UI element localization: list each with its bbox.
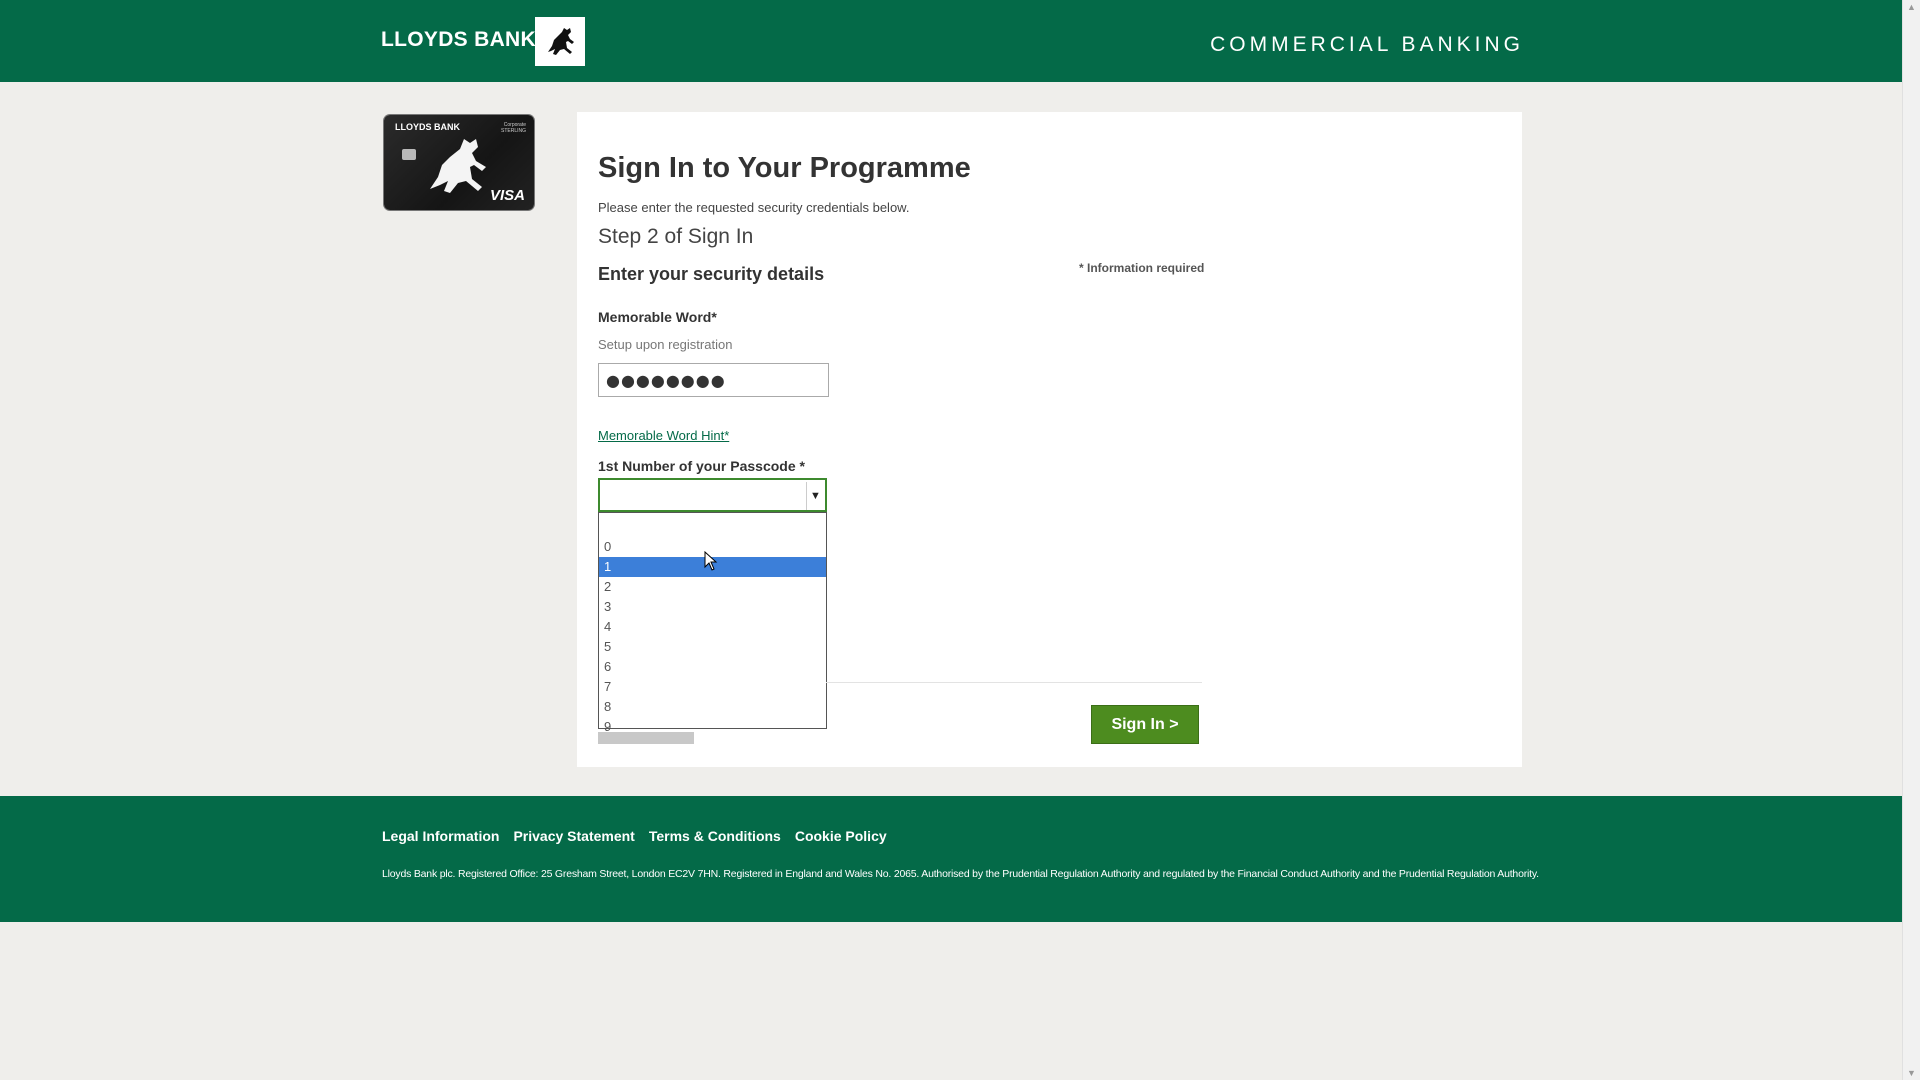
- chip-icon: [402, 149, 416, 160]
- footer-link-terms[interactable]: Terms & Conditions: [649, 828, 781, 844]
- memorable-word-help: Setup upon registration: [598, 337, 733, 352]
- footer-link-cookie[interactable]: Cookie Policy: [795, 828, 887, 844]
- memorable-word-hint-link[interactable]: Memorable Word Hint*: [598, 428, 729, 443]
- footer-link-legal[interactable]: Legal Information: [382, 828, 499, 844]
- dropdown-option[interactable]: 8: [599, 697, 826, 717]
- required-note: * Information required: [1079, 261, 1205, 275]
- dropdown-option[interactable]: 5: [599, 637, 826, 657]
- dropdown-option[interactable]: 4: [599, 617, 826, 637]
- card-corporate: Corporate STERLING: [500, 122, 526, 134]
- dropdown-option[interactable]: 2: [599, 577, 826, 597]
- dropdown-option[interactable]: 6: [599, 657, 826, 677]
- visa-logo: VISA: [489, 187, 525, 204]
- commercial-banking-title: COMMERCIAL BANKING: [1210, 33, 1524, 56]
- scroll-down-icon[interactable]: ▼: [1907, 1068, 1916, 1078]
- mouse-cursor-icon: [704, 551, 718, 571]
- sign-in-button[interactable]: Sign In >: [1091, 705, 1199, 744]
- page-title: Sign In to Your Programme: [598, 152, 971, 184]
- footer-link-privacy[interactable]: Privacy Statement: [513, 828, 634, 844]
- horse-icon[interactable]: [535, 17, 585, 66]
- divider: [826, 682, 1202, 683]
- horizontal-scrollbar[interactable]: [598, 732, 694, 744]
- step-indicator: Step 2 of Sign In: [598, 225, 754, 248]
- passcode-label: 1st Number of your Passcode *: [598, 458, 805, 474]
- brand-name[interactable]: LLOYDS BANK: [381, 28, 536, 52]
- footer-legal-text: Lloyds Bank plc. Registered Office: 25 G…: [382, 868, 1539, 880]
- site-header: LLOYDS BANK COMMERCIAL BANKING: [0, 0, 1902, 82]
- card-image: LLOYDS BANK Corporate STERLING VISA: [384, 115, 534, 210]
- site-footer: Legal Information Privacy Statement Term…: [0, 796, 1902, 922]
- page-subtitle: Please enter the requested security cred…: [598, 200, 910, 215]
- memorable-word-label: Memorable Word*: [598, 309, 717, 325]
- footer-links: Legal Information Privacy Statement Term…: [382, 828, 887, 844]
- vertical-scrollbar[interactable]: ▲ ▼: [1902, 0, 1920, 1080]
- memorable-word-field[interactable]: ●●●●●●●●: [598, 363, 829, 397]
- chevron-down-icon[interactable]: ▼: [806, 482, 824, 510]
- dropdown-option-blank[interactable]: [599, 513, 826, 537]
- dropdown-option[interactable]: 7: [599, 677, 826, 697]
- passcode-dropdown[interactable]: 0 1 2 3 4 5 6 7 8 9: [598, 512, 827, 734]
- scroll-up-icon[interactable]: ▲: [1907, 2, 1916, 12]
- section-heading: Enter your security details: [598, 264, 825, 284]
- passcode-select[interactable]: ▼: [598, 478, 827, 512]
- horse-icon: [430, 139, 486, 193]
- dropdown-option[interactable]: 3: [599, 597, 826, 617]
